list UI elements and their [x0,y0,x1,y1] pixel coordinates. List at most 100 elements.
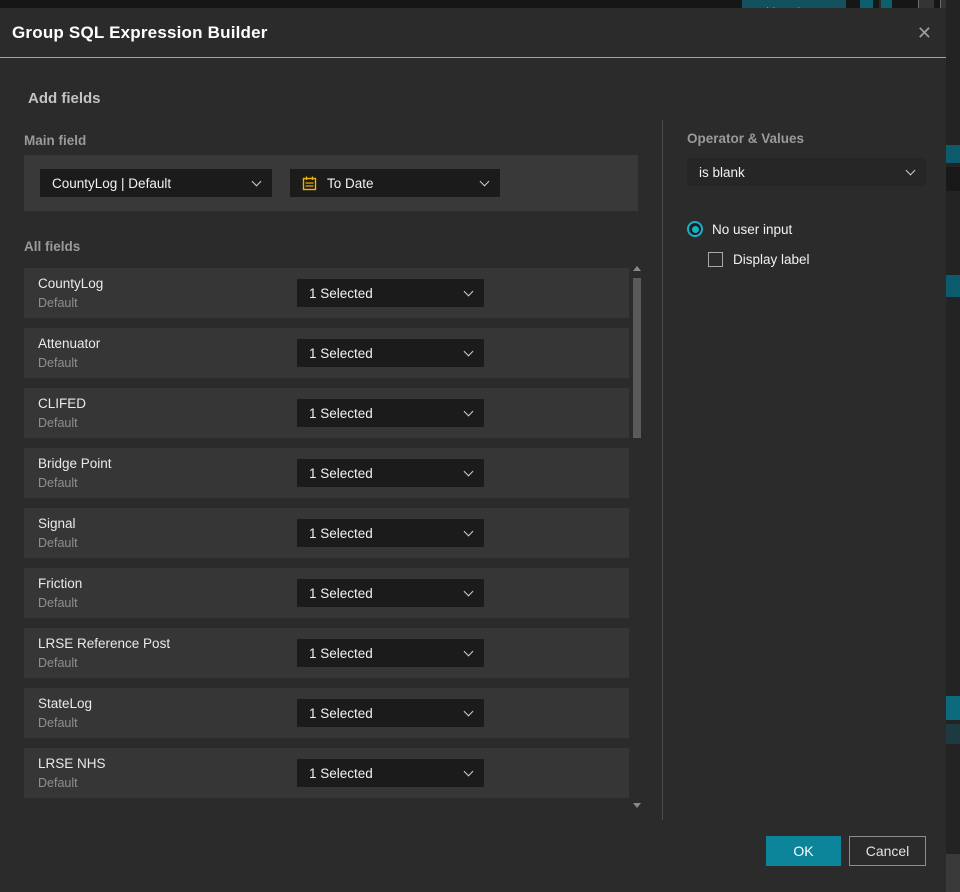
field-values-dropdown[interactable]: 1 Selected [297,579,484,607]
toolbar-fragment-icon [860,0,873,8]
field-values-dropdown[interactable]: 1 Selected [297,639,484,667]
operator-select-value: is blank [699,164,745,180]
field-row: LRSE NHS Default 1 Selected [24,748,629,798]
operator-values-heading: Operator & Values [687,131,805,146]
chevron-down-icon [463,286,474,296]
field-values-selected: 1 Selected [309,705,373,721]
field-values-selected: 1 Selected [309,285,373,301]
field-subtitle: Default [38,296,78,310]
underlying-app-header: Live view [0,0,946,8]
field-subtitle: Default [38,656,78,670]
field-values-dropdown[interactable]: 1 Selected [297,339,484,367]
app-fragment [946,696,960,720]
field-values-selected: 1 Selected [309,765,373,781]
field-subtitle: Default [38,476,78,490]
app-fragment [946,167,960,191]
chevron-down-icon [463,766,474,776]
chevron-down-icon [479,176,490,186]
main-field-select[interactable]: CountyLog | Default [40,169,272,197]
field-name: LRSE NHS [38,756,106,771]
underlying-app-right-edge [946,0,960,892]
field-name: Attenuator [38,336,101,351]
field-values-dropdown[interactable]: 1 Selected [297,699,484,727]
chevron-down-icon [251,176,262,186]
calendar-icon [302,176,317,191]
field-row: StateLog Default 1 Selected [24,688,629,738]
checkbox-icon [708,252,723,267]
field-values-dropdown[interactable]: 1 Selected [297,519,484,547]
app-fragment [946,854,960,892]
chevron-down-icon [463,646,474,656]
field-row: CLIFED Default 1 Selected [24,388,629,438]
field-subtitle: Default [38,716,78,730]
chevron-down-icon [463,586,474,596]
field-row: Signal Default 1 Selected [24,508,629,558]
field-values-selected: 1 Selected [309,645,373,661]
field-row: Bridge Point Default 1 Selected [24,448,629,498]
main-field-label: Main field [24,133,87,148]
field-values-dropdown[interactable]: 1 Selected [297,459,484,487]
field-row: Friction Default 1 Selected [24,568,629,618]
field-row: LRSE Reference Post Default 1 Selected [24,628,629,678]
field-values-selected: 1 Selected [309,525,373,541]
list-scrollbar[interactable] [632,262,642,810]
all-fields-list: CountyLog Default 1 Selected Attenuator … [24,268,629,808]
field-values-dropdown[interactable]: 1 Selected [297,399,484,427]
chevron-down-icon [463,526,474,536]
checkbox-label: Display label [733,252,810,267]
radio-icon [687,221,703,237]
field-name: LRSE Reference Post [38,636,171,651]
panel-divider [662,120,663,820]
chevron-down-icon [463,346,474,356]
field-values-dropdown[interactable]: 1 Selected [297,279,484,307]
add-fields-heading: Add fields [28,90,101,107]
main-field-panel: CountyLog | Default To Date [24,155,638,211]
chevron-down-icon [463,706,474,716]
field-values-selected: 1 Selected [309,405,373,421]
live-view-indicator: Live view [742,0,846,8]
field-subtitle: Default [38,416,78,430]
all-fields-label: All fields [24,239,81,254]
no-user-input-radio[interactable]: No user input [687,221,792,237]
field-row: CountyLog Default 1 Selected [24,268,629,318]
field-name: CountyLog [38,276,104,291]
main-field-type-select[interactable]: To Date [290,169,500,197]
scroll-up-icon[interactable] [633,266,641,271]
dialog-titlebar: Group SQL Expression Builder ✕ [0,8,946,58]
field-subtitle: Default [38,536,78,550]
toolbar-fragment-icon [918,0,934,8]
ok-button[interactable]: OK [766,836,841,866]
field-subtitle: Default [38,356,78,370]
field-name: Bridge Point [38,456,112,471]
field-subtitle: Default [38,596,78,610]
scroll-down-icon[interactable] [633,803,641,808]
dialog-title: Group SQL Expression Builder [12,22,268,42]
field-name: Signal [38,516,76,531]
close-icon[interactable]: ✕ [917,24,932,42]
field-name: StateLog [38,696,93,711]
radio-label: No user input [712,221,793,237]
toolbar-fragment-icon [879,0,892,8]
field-values-dropdown[interactable]: 1 Selected [297,759,484,787]
cancel-button[interactable]: Cancel [849,836,926,866]
field-values-selected: 1 Selected [309,465,373,481]
group-sql-expression-builder-dialog: Group SQL Expression Builder ✕ Add field… [0,8,946,892]
field-row: Attenuator Default 1 Selected [24,328,629,378]
scrollbar-thumb[interactable] [633,278,641,438]
chevron-down-icon [905,165,916,175]
screen: Live view Group SQL Expression Builder ✕… [0,0,960,892]
field-values-selected: 1 Selected [309,585,373,601]
chevron-down-icon [463,466,474,476]
main-field-type-value: To Date [327,175,374,191]
field-name: Friction [38,576,83,591]
app-fragment [946,724,960,744]
field-name: CLIFED [38,396,87,411]
operator-select[interactable]: is blank [687,158,926,186]
field-values-selected: 1 Selected [309,345,373,361]
chevron-down-icon [463,406,474,416]
field-subtitle: Default [38,776,78,790]
app-fragment [946,145,960,163]
display-label-checkbox[interactable]: Display label [708,252,810,267]
main-field-select-value: CountyLog | Default [52,175,172,191]
app-fragment [946,275,960,297]
